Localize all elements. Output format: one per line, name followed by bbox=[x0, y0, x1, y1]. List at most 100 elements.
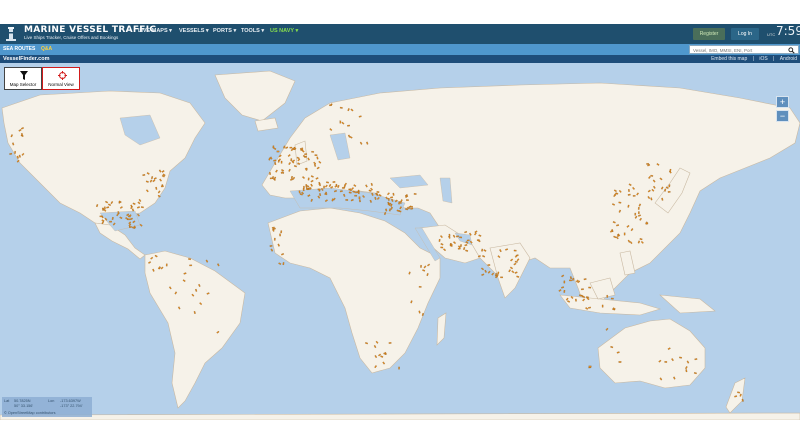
vessel-marker[interactable] bbox=[329, 104, 332, 107]
vessel-marker[interactable] bbox=[302, 188, 305, 192]
vessel-marker[interactable] bbox=[410, 205, 413, 208]
normal-view-button[interactable]: Normal View bbox=[42, 67, 80, 90]
vessel-marker[interactable] bbox=[459, 236, 462, 239]
vessel-marker[interactable] bbox=[476, 239, 480, 241]
vessel-marker[interactable] bbox=[575, 298, 577, 302]
vessel-marker[interactable] bbox=[668, 184, 671, 188]
vessel-marker[interactable] bbox=[347, 124, 350, 127]
vessel-marker[interactable] bbox=[348, 191, 352, 194]
vessel-marker[interactable] bbox=[280, 160, 283, 164]
world-vessel-map[interactable] bbox=[0, 63, 800, 420]
vessel-marker[interactable] bbox=[581, 288, 584, 291]
vessel-marker[interactable] bbox=[189, 264, 193, 267]
vessel-marker[interactable] bbox=[269, 177, 273, 180]
vessel-marker[interactable] bbox=[269, 245, 273, 247]
map-selector-button[interactable]: Map Selector bbox=[4, 67, 42, 90]
vessel-marker[interactable] bbox=[129, 226, 132, 228]
vessel-marker[interactable] bbox=[323, 185, 325, 189]
vessel-marker[interactable] bbox=[109, 220, 112, 223]
vessel-marker[interactable] bbox=[438, 239, 441, 242]
vessel-marker[interactable] bbox=[610, 297, 614, 300]
zoom-out-button[interactable]: − bbox=[776, 110, 789, 122]
vessel-marker[interactable] bbox=[279, 233, 281, 237]
ios-link[interactable]: iOS bbox=[759, 56, 767, 62]
nav-live-maps[interactable]: LIVE MAPS ▾ bbox=[138, 28, 172, 34]
vessel-marker[interactable] bbox=[588, 286, 592, 289]
zoom-in-button[interactable]: + bbox=[776, 96, 789, 108]
vessel-marker[interactable] bbox=[304, 153, 308, 156]
vessel-marker[interactable] bbox=[273, 159, 277, 162]
vessel-marker[interactable] bbox=[628, 189, 630, 192]
sea-routes-link[interactable]: SEA ROUTES bbox=[3, 46, 35, 52]
vessel-marker[interactable] bbox=[301, 147, 304, 151]
vessel-marker[interactable] bbox=[638, 211, 640, 215]
vessel-marker[interactable] bbox=[290, 158, 293, 162]
vessel-marker[interactable] bbox=[273, 237, 276, 241]
nav-ports[interactable]: PORTS ▾ bbox=[213, 28, 236, 34]
vessel-marker[interactable] bbox=[637, 206, 640, 210]
vessel-marker[interactable] bbox=[303, 185, 305, 189]
vessel-marker[interactable] bbox=[376, 191, 380, 193]
vessel-marker[interactable] bbox=[466, 239, 470, 242]
embed-map-link[interactable]: Embed this map bbox=[711, 56, 747, 62]
vessel-marker[interactable] bbox=[280, 230, 283, 234]
vessel-marker[interactable] bbox=[513, 249, 517, 252]
register-button[interactable]: Register bbox=[693, 28, 725, 40]
android-link[interactable]: Android bbox=[780, 56, 797, 62]
nav-vessels[interactable]: VESSELS ▾ bbox=[179, 28, 209, 34]
vessel-marker[interactable] bbox=[387, 197, 390, 201]
vessel-marker[interactable] bbox=[563, 290, 566, 293]
vessel-marker[interactable] bbox=[406, 199, 409, 201]
vessel-marker[interactable] bbox=[601, 304, 604, 308]
vessel-marker[interactable] bbox=[632, 195, 636, 197]
vessel-marker[interactable] bbox=[664, 361, 668, 363]
vesselfinder-link[interactable]: VesselFinder.com bbox=[3, 56, 49, 62]
nav-tools[interactable]: TOOLS ▾ bbox=[241, 28, 264, 34]
vessel-marker[interactable] bbox=[388, 202, 392, 205]
vessel-marker[interactable] bbox=[623, 232, 626, 236]
vessel-marker[interactable] bbox=[276, 150, 280, 153]
vessel-marker[interactable] bbox=[617, 234, 619, 237]
vessel-marker[interactable] bbox=[298, 190, 301, 194]
vessel-marker[interactable] bbox=[448, 233, 451, 237]
vessel-marker[interactable] bbox=[398, 366, 400, 370]
vessel-marker[interactable] bbox=[456, 235, 459, 238]
vessel-marker[interactable] bbox=[440, 246, 444, 249]
vessel-marker[interactable] bbox=[358, 196, 361, 200]
vessel-marker[interactable] bbox=[165, 263, 168, 267]
vessel-marker[interactable] bbox=[345, 199, 349, 201]
vessel-marker[interactable] bbox=[332, 181, 336, 183]
vessel-search-input[interactable] bbox=[693, 46, 785, 54]
vessel-marker[interactable] bbox=[388, 342, 392, 344]
vessel-marker[interactable] bbox=[487, 264, 491, 266]
vessel-marker[interactable] bbox=[457, 247, 461, 250]
vessel-search-box[interactable] bbox=[689, 45, 799, 54]
vessel-marker[interactable] bbox=[646, 163, 650, 165]
vessel-marker[interactable] bbox=[269, 172, 271, 175]
vessel-marker[interactable] bbox=[14, 150, 16, 154]
vessel-marker[interactable] bbox=[588, 365, 592, 368]
lighthouse-logo-icon[interactable] bbox=[5, 26, 17, 42]
vessel-marker[interactable] bbox=[354, 194, 358, 197]
vessel-marker[interactable] bbox=[413, 193, 417, 195]
vessel-marker[interactable] bbox=[160, 185, 164, 188]
vessel-marker[interactable] bbox=[317, 188, 321, 191]
vessel-marker[interactable] bbox=[339, 120, 342, 124]
vessel-marker[interactable] bbox=[307, 177, 310, 181]
vessel-marker[interactable] bbox=[398, 201, 401, 205]
vessel-marker[interactable] bbox=[634, 212, 637, 216]
vessel-marker[interactable] bbox=[282, 262, 285, 265]
vessel-marker[interactable] bbox=[355, 191, 359, 194]
vessel-marker[interactable] bbox=[289, 146, 293, 149]
vessel-marker[interactable] bbox=[618, 361, 622, 363]
vessel-marker[interactable] bbox=[392, 192, 395, 196]
vessel-marker[interactable] bbox=[500, 276, 503, 279]
search-icon[interactable] bbox=[788, 47, 795, 54]
vessel-marker[interactable] bbox=[460, 244, 462, 247]
vessel-marker[interactable] bbox=[606, 294, 609, 298]
vessel-marker[interactable] bbox=[569, 279, 572, 282]
login-button[interactable]: Log In bbox=[731, 28, 759, 40]
vessel-marker[interactable] bbox=[420, 265, 422, 268]
vessel-marker[interactable] bbox=[127, 215, 131, 218]
map-attribution[interactable]: © OpenStreetMap contributors bbox=[4, 411, 56, 415]
